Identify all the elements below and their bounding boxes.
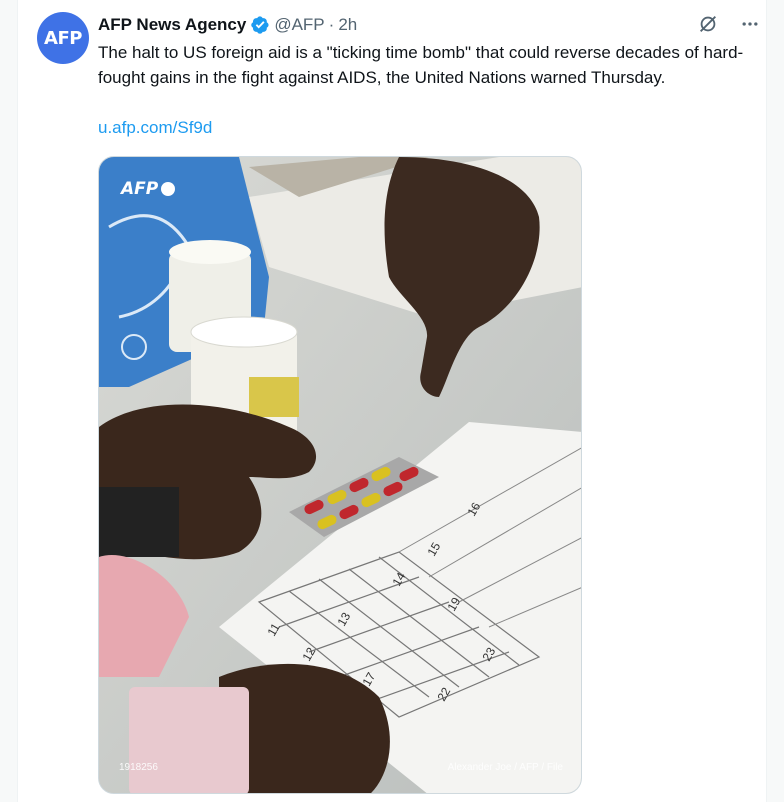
avatar[interactable]: AFP xyxy=(37,12,89,64)
more-icon[interactable] xyxy=(738,12,762,36)
grok-icon[interactable] xyxy=(696,12,720,36)
handle[interactable]: @AFP xyxy=(274,15,324,35)
verified-badge-icon xyxy=(250,15,270,35)
tweet-photo[interactable]: 11 12 13 14 15 16 17 19 22 23 AFP 1918256 Alexand… xyxy=(98,156,582,794)
display-name[interactable]: AFP News Agency xyxy=(98,15,246,35)
photo-logo-disc-icon xyxy=(161,182,176,196)
photo-logo-text: AFP xyxy=(121,179,159,199)
tweet-header: AFP News Agency @AFP · 2h xyxy=(98,13,357,37)
timestamp[interactable]: 2h xyxy=(338,15,357,35)
photo-illustration: 11121314151617192223 xyxy=(99,157,581,793)
header-actions xyxy=(696,12,762,36)
tweet-link[interactable]: u.afp.com/Sf9d xyxy=(98,115,212,140)
separator-dot: · xyxy=(328,15,335,34)
photo-id: 1918256 xyxy=(119,762,158,773)
photo-credit: Alexander Joe / AFP / File xyxy=(447,762,563,773)
photo-logo: AFP xyxy=(121,179,176,199)
tweet-text: The halt to US foreign aid is a "ticking… xyxy=(98,43,744,87)
